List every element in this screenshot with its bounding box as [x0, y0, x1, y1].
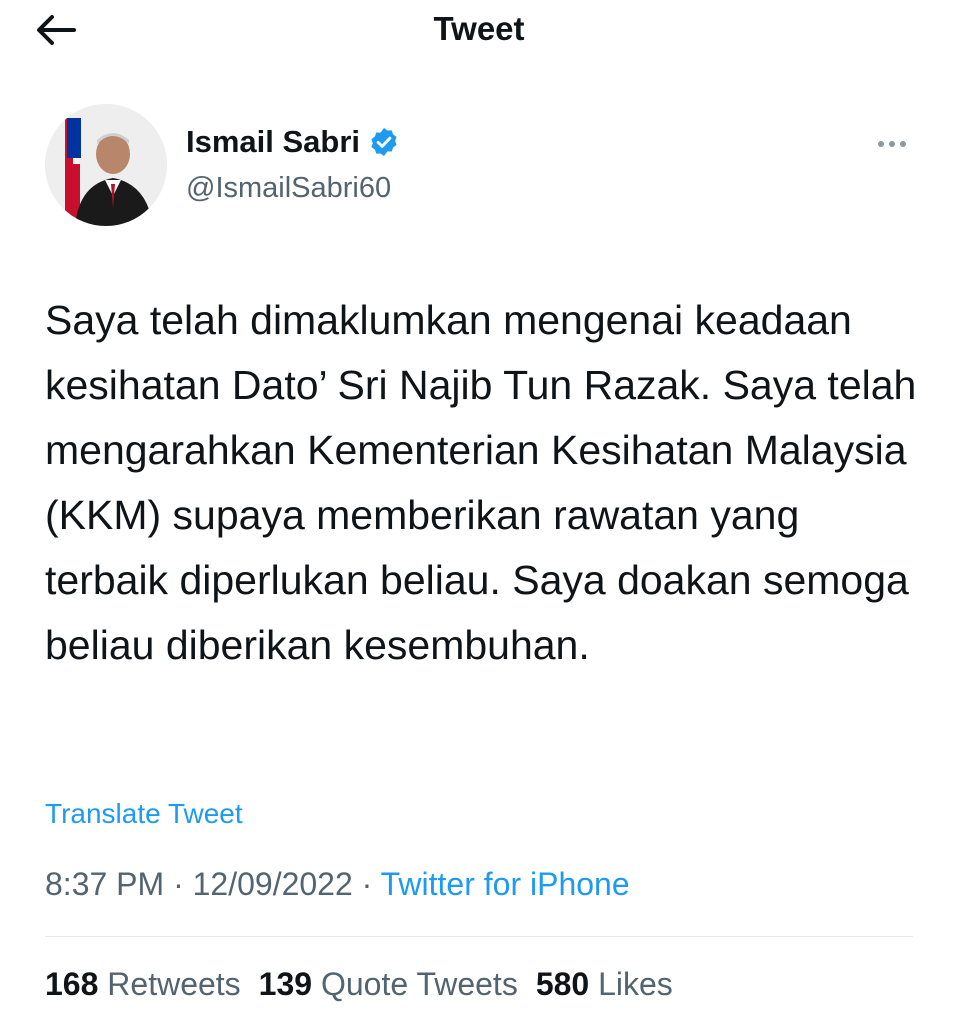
divider: [45, 936, 913, 937]
quote-tweets-stat[interactable]: 139 Quote Tweets: [259, 966, 518, 1003]
retweets-label: Retweets: [107, 966, 241, 1002]
engagement-stats: 168 Retweets 139 Quote Tweets 580 Likes: [45, 966, 673, 1003]
tweet-date: 12/09/2022: [192, 866, 353, 902]
tweet-time: 8:37 PM: [45, 866, 165, 902]
author-handle[interactable]: @IsmailSabri60: [186, 172, 391, 205]
quote-tweets-count: 139: [258, 966, 313, 1002]
likes-label: Likes: [598, 966, 673, 1002]
tweet-meta: 8:37 PM · 12/09/2022 · Twitter for iPhon…: [45, 866, 630, 903]
translate-tweet-link[interactable]: Translate Tweet: [45, 798, 243, 830]
meta-separator: ·: [173, 866, 184, 902]
top-bar: Tweet: [0, 0, 958, 64]
tweet-source-link[interactable]: Twitter for iPhone: [381, 866, 630, 902]
profile-photo: [45, 104, 167, 226]
tweet-text: Saya telah dimaklumkan mengenai keadaan …: [45, 297, 917, 668]
retweets-count: 168: [45, 966, 99, 1002]
more-options-button[interactable]: [872, 128, 912, 160]
more-horizontal-icon: [878, 141, 906, 147]
avatar[interactable]: [45, 104, 167, 226]
meta-separator: ·: [361, 866, 373, 902]
page-title: Tweet: [433, 10, 525, 47]
verified-badge-icon: [371, 128, 397, 156]
quote-tweets-label: Quote Tweets: [320, 966, 518, 1002]
author-name: Ismail Sabri: [186, 124, 361, 159]
retweets-stat[interactable]: 168 Retweets: [45, 966, 241, 1003]
likes-count: 580: [535, 966, 590, 1002]
likes-stat[interactable]: 580 Likes: [536, 966, 673, 1003]
author-name-row[interactable]: Ismail Sabri: [186, 124, 400, 160]
